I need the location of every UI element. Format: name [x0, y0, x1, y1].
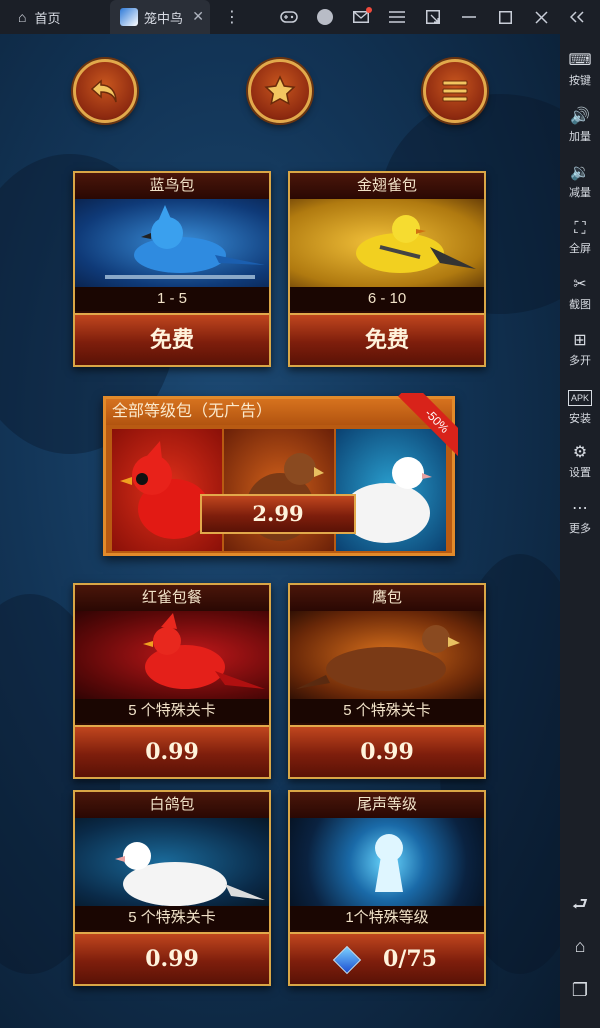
sidebar-item-keymap[interactable]: ⌨ 按键	[560, 50, 600, 88]
keyhole-image	[290, 818, 484, 906]
float-window-icon[interactable]	[424, 8, 442, 26]
bluebird-image	[75, 199, 269, 287]
all-levels-bundle[interactable]: 全部等级包（无广告） 2.99 -50%	[103, 393, 458, 556]
volume-up-icon: 🔊	[570, 108, 590, 125]
menu-lines-icon	[442, 80, 468, 102]
dove-buy-button[interactable]: 0.99	[75, 932, 269, 984]
minimize-icon[interactable]	[460, 8, 478, 26]
apk-install-icon: APK	[567, 390, 592, 406]
home-nav-icon[interactable]: ⌂	[560, 936, 600, 957]
pack-title: 鹰包	[290, 585, 484, 611]
tab-menu-icon[interactable]: ⋮	[224, 7, 240, 27]
pack-level-range: 1 - 5	[75, 287, 269, 311]
sidebar-item-label: 设置	[569, 467, 591, 479]
back-arrow-icon	[90, 79, 117, 103]
game-tab[interactable]: 笼中鸟 ✕	[110, 0, 210, 34]
pack-card-cardinal: 红雀包餐 5 个特殊关卡 0.99	[73, 583, 271, 779]
game-tab-label: 笼中鸟	[144, 10, 184, 26]
sidebar-item-volume-up[interactable]: 🔊 加量	[560, 106, 600, 144]
mail-notification-dot	[366, 7, 372, 13]
more-icon: ⋯	[572, 500, 588, 517]
user-avatar-icon[interactable]	[316, 8, 334, 26]
close-tab-icon[interactable]: ✕	[192, 8, 204, 25]
goldfinch-free-button[interactable]: 免费	[290, 313, 484, 365]
home-tab-label: 首页	[34, 10, 61, 26]
mail-icon[interactable]	[352, 7, 372, 26]
dove-image	[75, 818, 269, 906]
sidebar-item-label: 按键	[569, 75, 591, 87]
maximize-icon[interactable]	[496, 8, 514, 26]
goldfinch-image	[290, 199, 484, 287]
menu-button[interactable]	[423, 59, 487, 123]
sidebar-item-label: 多开	[569, 355, 591, 367]
back-button[interactable]	[73, 59, 137, 123]
sidebar-item-volume-down[interactable]: 🔉 减量	[560, 162, 600, 200]
recents-nav-icon[interactable]: ❐	[560, 980, 600, 1001]
volume-down-icon: 🔉	[570, 164, 590, 181]
pack-level-range: 6 - 10	[290, 287, 484, 311]
pack-special-levels: 5 个特殊关卡	[290, 699, 484, 723]
pack-title: 白鸽包	[75, 792, 269, 818]
close-window-icon[interactable]	[532, 8, 550, 26]
pack-title: 尾声等级	[290, 792, 484, 818]
sidebar-item-label: 安装	[569, 413, 591, 425]
emulator-sidebar: ⌨ 按键 🔊 加量 🔉 减量 ⛶ 全屏 ✂ 截图 ⊞ 多开 APK 安装 ⚙ 设…	[560, 34, 600, 1028]
hamburger-menu-icon[interactable]	[388, 8, 406, 26]
pack-card-bluebird: 蓝鸟包 1 - 5 免费	[73, 171, 271, 367]
pack-card-hawk: 鹰包 5 个特殊关卡 0.99	[288, 583, 486, 779]
game-viewport: 蓝鸟包 1 - 5 免费 金翅雀包 6 - 10 免费 全部等级包（无广告） 2…	[0, 34, 560, 1028]
home-icon: ⌂	[18, 9, 27, 25]
pack-title: 红雀包餐	[75, 585, 269, 611]
cardinal-image	[75, 611, 269, 699]
sidebar-item-label: 减量	[569, 187, 591, 199]
hawk-image	[290, 611, 484, 699]
home-tab[interactable]: ⌂ 首页	[0, 0, 110, 34]
gamepad-icon[interactable]	[280, 8, 298, 26]
sidebar-item-label: 截图	[569, 299, 591, 311]
gem-progress: 0/75	[383, 946, 437, 972]
pack-card-encore: 尾声等级 1个特殊等级 0/75	[288, 790, 486, 986]
pack-title: 金翅雀包	[290, 173, 484, 199]
gem-icon	[332, 945, 362, 975]
gear-icon: ⚙	[572, 444, 588, 461]
favorites-button[interactable]	[248, 59, 312, 123]
multi-open-icon: ⊞	[573, 332, 587, 349]
pack-special-levels: 1个特殊等级	[290, 906, 484, 930]
bundle-price-button[interactable]: 2.99	[200, 494, 356, 534]
fullscreen-icon: ⛶	[574, 220, 586, 237]
star-icon	[264, 75, 296, 106]
keyhole-icon	[375, 834, 403, 892]
sidebar-item-install[interactable]: APK 安装	[560, 386, 600, 426]
sidebar-item-more[interactable]: ⋯ 更多	[560, 498, 600, 536]
bluebird-free-button[interactable]: 免费	[75, 313, 269, 365]
emulator-topbar: ⌂ 首页 笼中鸟 ✕ ⋮	[0, 0, 600, 34]
collapse-sidebar-icon[interactable]	[568, 8, 586, 26]
discount-label: -50%	[398, 393, 458, 460]
sidebar-item-label: 加量	[569, 131, 591, 143]
sidebar-item-fullscreen[interactable]: ⛶ 全屏	[560, 218, 600, 256]
sidebar-item-screenshot[interactable]: ✂ 截图	[560, 274, 600, 312]
pack-special-levels: 5 个特殊关卡	[75, 906, 269, 930]
pack-card-goldfinch: 金翅雀包 6 - 10 免费	[288, 171, 486, 367]
keyboard-icon: ⌨	[568, 52, 592, 69]
back-nav-icon[interactable]: ⮐	[560, 892, 600, 922]
sidebar-item-label: 更多	[569, 523, 591, 535]
hawk-buy-button[interactable]: 0.99	[290, 725, 484, 777]
encore-unlock-button[interactable]: 0/75	[290, 932, 484, 984]
sidebar-item-settings[interactable]: ⚙ 设置	[560, 442, 600, 480]
scissors-icon: ✂	[573, 276, 587, 293]
discount-ribbon: -50%	[390, 393, 458, 461]
sidebar-item-multi-open[interactable]: ⊞ 多开	[560, 330, 600, 368]
sidebar-item-label: 全屏	[569, 243, 591, 255]
game-app-icon	[120, 8, 138, 26]
pack-title: 蓝鸟包	[75, 173, 269, 199]
cardinal-buy-button[interactable]: 0.99	[75, 725, 269, 777]
pack-card-dove: 白鸽包 5 个特殊关卡 0.99	[73, 790, 271, 986]
pack-special-levels: 5 个特殊关卡	[75, 699, 269, 723]
